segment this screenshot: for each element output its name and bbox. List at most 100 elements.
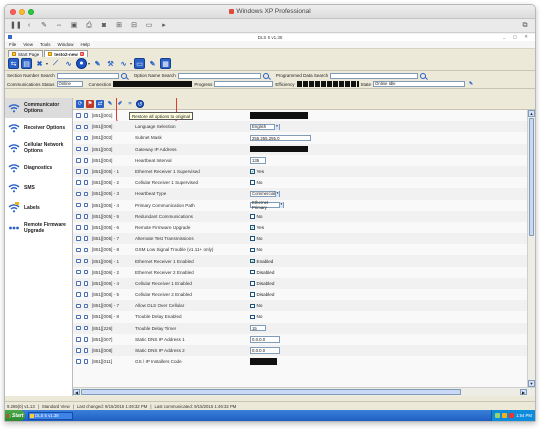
status-icon[interactable]: ✎: [467, 80, 475, 88]
disconnect-icon[interactable]: ✖: [34, 58, 45, 69]
default-checkbox[interactable]: [76, 202, 81, 208]
value-input[interactable]: 15: [250, 324, 266, 332]
default-checkbox[interactable]: [76, 281, 81, 286]
settings-icon[interactable]: ✎: [40, 22, 48, 30]
redacted-value[interactable]: [250, 112, 308, 119]
flag-checkbox[interactable]: [83, 348, 88, 353]
menu-file[interactable]: File: [9, 42, 16, 47]
flag-checkbox[interactable]: [83, 180, 88, 185]
pause-icon[interactable]: ❚❚: [10, 22, 22, 30]
app-window-controls[interactable]: _ ▢ ✕: [503, 34, 531, 40]
chevron-down-icon[interactable]: ▾: [274, 124, 279, 130]
flag-checkbox[interactable]: [83, 146, 88, 152]
search-icon[interactable]: [262, 72, 269, 79]
tab-start-page[interactable]: Start Page: [8, 50, 44, 57]
value-checkbox[interactable]: [250, 214, 255, 219]
section-search-input[interactable]: [56, 72, 119, 79]
taskbar-item-dls[interactable]: DLS 5 v1.38: [28, 411, 73, 420]
value-checkbox[interactable]: ✔: [250, 258, 255, 264]
menu-window[interactable]: Window: [57, 42, 73, 47]
sidebar-item-labels[interactable]: Labels: [5, 198, 72, 218]
sidebar-item-receiver-options[interactable]: Receiver Options: [5, 118, 72, 138]
default-checkbox[interactable]: [76, 314, 81, 320]
camera-icon[interactable]: ◙: [100, 22, 108, 30]
redacted-value[interactable]: [250, 358, 277, 365]
default-checkbox[interactable]: [76, 158, 81, 163]
signal-strength-icon[interactable]: ∿: [118, 58, 129, 69]
default-checkbox[interactable]: [76, 135, 81, 141]
scroll-left-icon[interactable]: ◀: [73, 389, 80, 395]
default-checkbox[interactable]: [76, 359, 81, 364]
flag-checkbox[interactable]: [83, 236, 88, 241]
download-icon[interactable]: ▤: [21, 58, 32, 69]
default-checkbox[interactable]: [76, 236, 81, 241]
flag-checkbox[interactable]: [83, 303, 88, 309]
scroll-up-icon[interactable]: ▲: [528, 110, 535, 117]
value-dropdown[interactable]: Commercial ▾: [250, 190, 280, 198]
default-checkbox[interactable]: [76, 247, 81, 253]
flag-checkbox[interactable]: [83, 247, 88, 253]
scrollbar-thumb[interactable]: [81, 389, 461, 395]
network-tray-icon[interactable]: [494, 413, 500, 418]
default-checkbox[interactable]: [76, 303, 81, 309]
value-checkbox[interactable]: [250, 303, 255, 309]
value-checkbox[interactable]: [250, 314, 255, 320]
flag-icon[interactable]: ⚑: [86, 99, 94, 108]
default-checkbox[interactable]: [76, 348, 81, 353]
start-button[interactable]: Start: [5, 410, 25, 421]
value-dropdown[interactable]: English ▾: [250, 123, 280, 131]
transfer-icon[interactable]: ⇄: [96, 99, 104, 108]
sidebar-item-remote-firmware-upgrade[interactable]: Remote Firmware Upgrade: [5, 218, 72, 238]
security-tray-icon[interactable]: [501, 413, 507, 418]
sidebar-item-cellular-network-options[interactable]: Cellular Network Options: [5, 138, 72, 158]
scrollbar-thumb[interactable]: [529, 118, 534, 236]
close-tab-icon[interactable]: x: [79, 52, 84, 56]
pencil-icon[interactable]: ✎: [92, 58, 103, 69]
chevron-down-icon[interactable]: ▾: [88, 61, 90, 66]
signal-icon[interactable]: ∿: [63, 58, 74, 69]
value-checkbox[interactable]: [250, 247, 255, 253]
fullscreen-icon[interactable]: ⧉: [521, 22, 529, 30]
flag-checkbox[interactable]: [83, 124, 88, 130]
flag-checkbox[interactable]: [83, 337, 88, 342]
value-checkbox[interactable]: ✔: [250, 169, 255, 174]
edit-icon[interactable]: ✎: [147, 58, 158, 69]
tools-icon[interactable]: ⟋: [50, 58, 61, 69]
programmed-search-input[interactable]: [330, 72, 419, 79]
flag-checkbox[interactable]: [83, 202, 88, 208]
default-checkbox[interactable]: [76, 169, 81, 174]
flag-checkbox[interactable]: [83, 158, 88, 163]
search-icon[interactable]: [120, 72, 127, 79]
flag-checkbox[interactable]: [83, 359, 88, 364]
flag-checkbox[interactable]: [83, 292, 88, 297]
back-icon[interactable]: ‹: [25, 22, 33, 30]
network-icon[interactable]: ⊟: [130, 22, 138, 30]
flag-checkbox[interactable]: [83, 269, 88, 275]
sidebar-item-diagnostics[interactable]: Diagnostics: [5, 158, 72, 178]
document-icon[interactable]: ▦: [160, 58, 172, 69]
value-input[interactable]: 0.0.0.0: [250, 336, 280, 343]
scroll-down-icon[interactable]: ▼: [528, 380, 535, 387]
chevron-down-icon[interactable]: ▾: [274, 191, 279, 197]
default-checkbox[interactable]: [76, 146, 81, 152]
flag-checkbox[interactable]: [83, 325, 88, 331]
globe-icon[interactable]: ●: [76, 58, 88, 69]
usb-icon[interactable]: ⊞: [115, 22, 123, 30]
default-checkbox[interactable]: [76, 124, 81, 130]
value-input[interactable]: 255.255.255.0: [250, 134, 311, 142]
value-input[interactable]: 135: [250, 157, 266, 164]
arrows-icon[interactable]: ⇔: [55, 22, 63, 30]
horizontal-scrollbar[interactable]: ◀ ▶: [73, 387, 535, 396]
menu-view[interactable]: View: [23, 42, 33, 47]
pencil-icon[interactable]: ✎: [106, 100, 114, 108]
disk-icon[interactable]: ▣: [70, 22, 78, 30]
connect-icon[interactable]: ⇆: [8, 58, 19, 69]
value-checkbox[interactable]: ✔: [250, 225, 255, 230]
flag-checkbox[interactable]: [83, 281, 88, 286]
vertical-scrollbar[interactable]: ▲ ▼: [527, 110, 535, 387]
value-dropdown[interactable]: Ethernet Primary ▾: [250, 200, 284, 210]
value-checkbox[interactable]: [250, 292, 255, 297]
default-checkbox[interactable]: [76, 225, 81, 230]
sidebar-item-communicator-options[interactable]: Communicator Options: [5, 98, 72, 118]
default-checkbox[interactable]: [76, 258, 81, 264]
